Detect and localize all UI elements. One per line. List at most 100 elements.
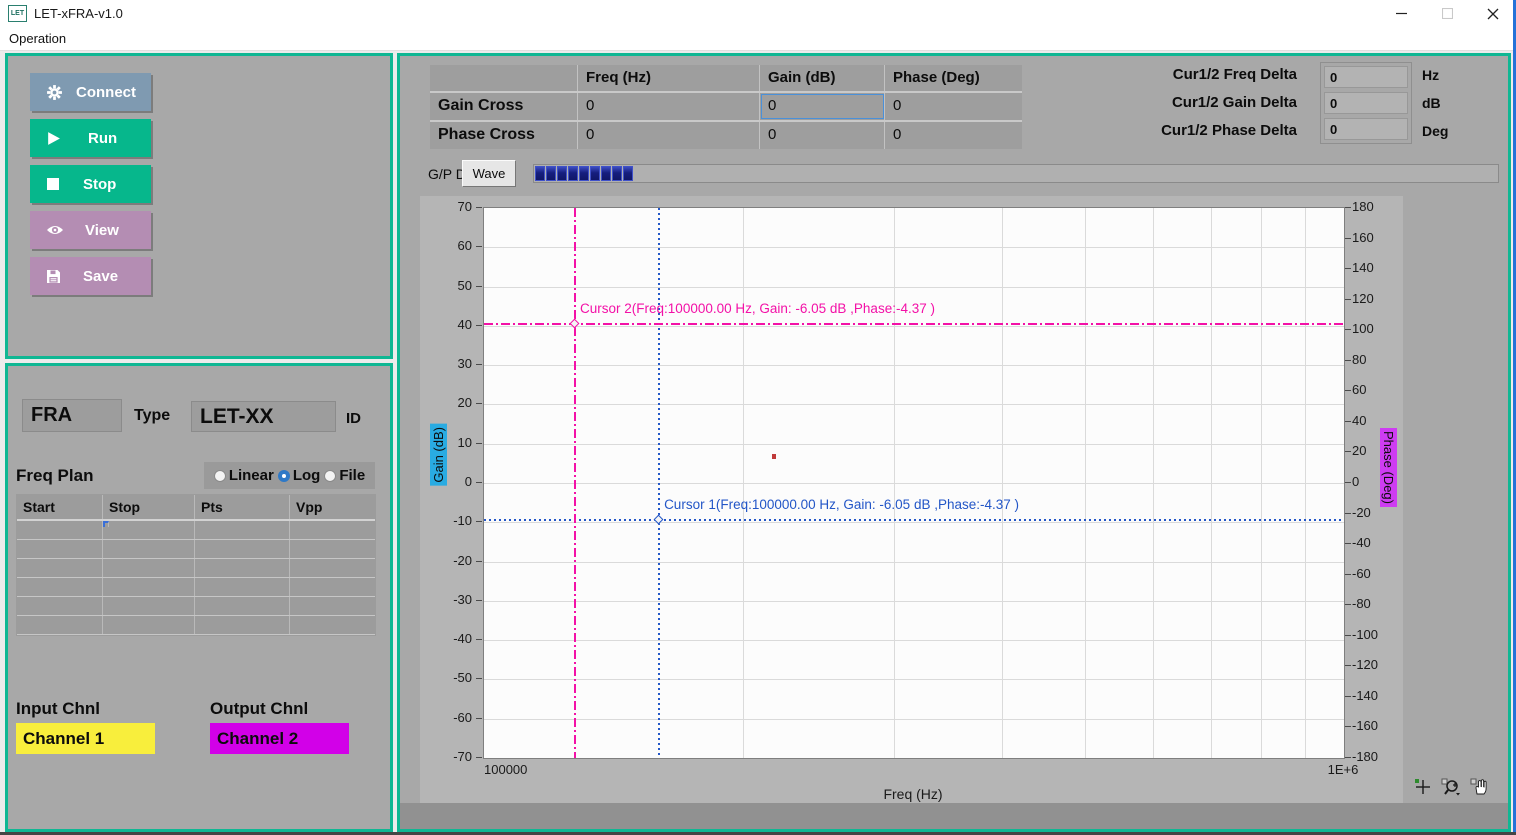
phase-axis-tick-label: -140 xyxy=(1352,688,1396,703)
minimize-button[interactable] xyxy=(1378,0,1424,27)
phase-axis-tick-mark xyxy=(1345,451,1351,452)
phase-cross-freq-value[interactable]: 0 xyxy=(578,122,760,149)
selected-cell-marker xyxy=(103,521,109,527)
phase-cross-phase-value[interactable]: 0 xyxy=(885,122,1022,149)
view-button[interactable]: View xyxy=(30,211,151,249)
freq-plan-row xyxy=(17,597,375,616)
run-button[interactable]: Run xyxy=(30,119,151,157)
freq-plan-cell[interactable] xyxy=(103,559,195,577)
freq-plan-cell[interactable] xyxy=(17,540,103,558)
window-title: LET-xFRA-v1.0 xyxy=(34,6,123,21)
gain-cross-freq-value[interactable]: 0 xyxy=(578,93,760,120)
grid-line-horizontal xyxy=(484,287,1344,288)
phase-axis-tick-mark xyxy=(1345,574,1351,575)
gain-axis-tick-label: -30 xyxy=(428,592,472,607)
gain-axis-tick-label: 0 xyxy=(428,474,472,489)
freq-plan-cell[interactable] xyxy=(103,597,195,615)
gain-axis-tick-mark xyxy=(476,678,482,679)
gain-axis-tick-label: 40 xyxy=(428,317,472,332)
title-bar: LET LET-xFRA-v1.0 xyxy=(0,0,1516,27)
menu-operation[interactable]: Operation xyxy=(0,31,75,46)
x-axis-title: Freq (Hz) xyxy=(483,786,1343,802)
cursor-2-hline[interactable] xyxy=(484,323,1344,325)
radio-file[interactable] xyxy=(324,470,336,482)
device-type-field[interactable]: FRA xyxy=(22,399,122,432)
progress-segment xyxy=(535,166,545,181)
connect-button[interactable]: Connect xyxy=(30,73,151,111)
grid-line-vertical xyxy=(1305,208,1306,758)
freq-plan-cell[interactable] xyxy=(195,521,290,539)
phase-axis-tick-mark xyxy=(1345,268,1351,269)
gain-cross-phase-value[interactable]: 0 xyxy=(885,93,1022,120)
freq-plan-cell[interactable] xyxy=(17,559,103,577)
phase-axis-tick-label: 100 xyxy=(1352,321,1396,336)
save-label: Save xyxy=(83,268,118,285)
freq-plan-cell[interactable] xyxy=(290,540,375,558)
phase-axis-tick-mark xyxy=(1345,604,1351,605)
freq-delta-value[interactable]: 0 xyxy=(1324,66,1408,88)
phase-axis-tick-mark xyxy=(1345,696,1351,697)
freq-plan-cell[interactable] xyxy=(17,616,103,634)
freq-plan-cell[interactable] xyxy=(17,521,103,539)
freq-plan-cell[interactable] xyxy=(290,559,375,577)
phase-delta-value[interactable]: 0 xyxy=(1324,118,1408,140)
eye-icon xyxy=(46,223,64,237)
phase-cross-gain-value[interactable]: 0 xyxy=(760,122,885,149)
mode-option-file[interactable]: File xyxy=(324,467,365,484)
cursor-1-vline[interactable] xyxy=(658,208,660,758)
freq-plan-cell[interactable] xyxy=(195,597,290,615)
freq-plan-cell[interactable] xyxy=(290,521,375,539)
view-label: View xyxy=(85,222,119,239)
freq-plan-cell[interactable] xyxy=(195,559,290,577)
phase-axis-tick-label: -180 xyxy=(1352,749,1396,764)
save-button[interactable]: Save xyxy=(30,257,151,295)
freq-plan-cell[interactable] xyxy=(290,597,375,615)
stop-button[interactable]: Stop xyxy=(30,165,151,203)
device-id-field[interactable]: LET-XX xyxy=(191,401,336,432)
cross-header-freq: Freq (Hz) xyxy=(578,65,760,91)
radio-linear[interactable] xyxy=(214,470,226,482)
freq-plan-table[interactable]: Start Stop Pts Vpp xyxy=(16,494,376,636)
progress-segment xyxy=(623,166,633,181)
cursor-1-hline[interactable] xyxy=(484,519,1344,521)
output-channel-selector[interactable]: Channel 2 xyxy=(210,723,349,754)
radio-log[interactable] xyxy=(278,470,290,482)
gain-delta-label: Cur1/2 Gain Delta xyxy=(1090,94,1297,111)
tab-gpd[interactable]: G/P D xyxy=(428,166,466,182)
gain-cross-gain-value[interactable]: 0 xyxy=(760,93,885,120)
gain-axis-tick-label: 60 xyxy=(428,238,472,253)
phase-axis-tick-mark xyxy=(1345,207,1351,208)
freq-plan-cell[interactable] xyxy=(290,616,375,634)
freq-plan-cell[interactable] xyxy=(195,616,290,634)
cursor-2-vline[interactable] xyxy=(574,208,576,758)
tab-wave[interactable]: Wave xyxy=(462,160,516,187)
gain-axis-tick-label: 10 xyxy=(428,435,472,450)
freq-plan-cell[interactable] xyxy=(195,578,290,596)
actions-panel: Connect Run Stop View Save xyxy=(5,53,393,359)
mode-option-log[interactable]: Log xyxy=(278,467,321,484)
phase-axis-tick-mark xyxy=(1345,513,1351,514)
freq-plan-cell[interactable] xyxy=(103,616,195,634)
phase-axis-tick-mark xyxy=(1345,635,1351,636)
grid-line-vertical xyxy=(1002,208,1003,758)
phase-axis-tick-label: 40 xyxy=(1352,413,1396,428)
zoom-tool-icon[interactable] xyxy=(1441,778,1461,796)
mode-option-linear[interactable]: Linear xyxy=(214,467,274,484)
freq-plan-row xyxy=(17,559,375,578)
input-channel-selector[interactable]: Channel 1 xyxy=(16,723,155,754)
close-button[interactable] xyxy=(1470,0,1516,27)
freq-plan-cell[interactable] xyxy=(103,578,195,596)
freq-plan-cell[interactable] xyxy=(17,597,103,615)
pan-hand-tool-icon[interactable] xyxy=(1470,778,1489,796)
plot-area[interactable]: Cursor 1(Freq:100000.00 Hz, Gain: -6.05 … xyxy=(483,207,1345,759)
freq-plan-cell[interactable] xyxy=(103,540,195,558)
maximize-button[interactable] xyxy=(1424,0,1470,27)
freq-plan-cell[interactable] xyxy=(195,540,290,558)
freq-plan-cell[interactable] xyxy=(103,521,195,539)
close-icon xyxy=(1487,8,1499,20)
gain-delta-value[interactable]: 0 xyxy=(1324,92,1408,114)
freq-plan-cell[interactable] xyxy=(290,578,375,596)
cursor-tool-icon[interactable] xyxy=(1414,778,1432,796)
play-icon xyxy=(46,131,61,146)
freq-plan-cell[interactable] xyxy=(17,578,103,596)
